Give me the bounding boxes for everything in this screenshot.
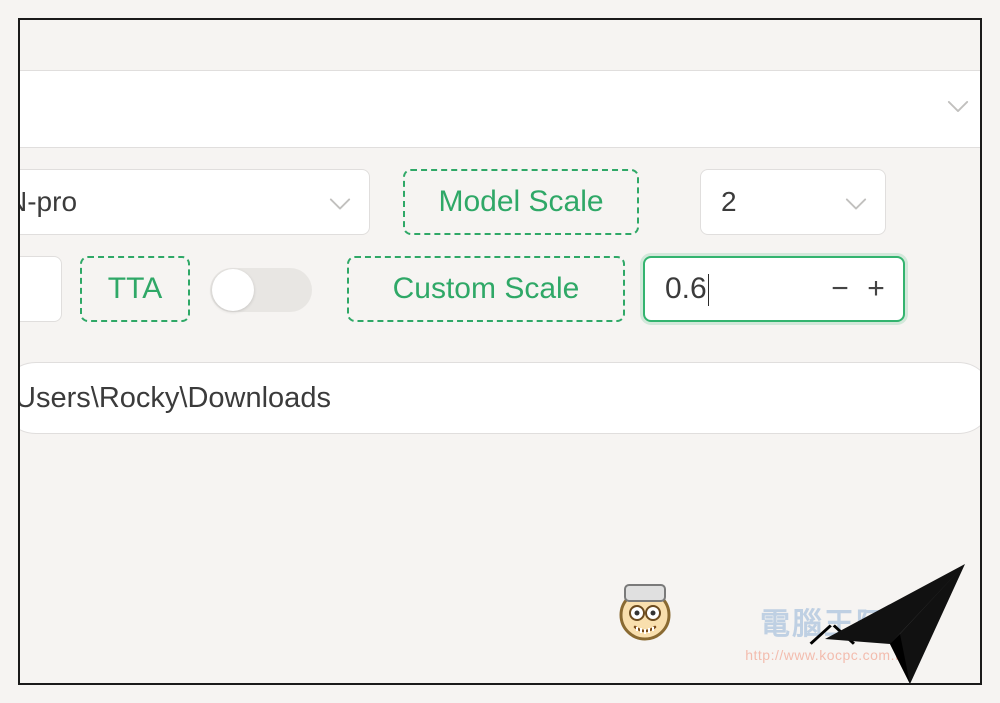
decrement-button[interactable]: − [827,274,853,304]
tta-toggle[interactable] [210,268,312,312]
paper-plane-cursor-icon [820,559,970,685]
top-dropdown[interactable] [18,70,982,148]
tta-label: TTA [80,256,190,322]
output-path-field[interactable]: \Users\Rocky\Downloads [18,362,982,434]
output-path-value: \Users\Rocky\Downloads [18,382,331,415]
text-caret [708,274,709,306]
custom-scale-value[interactable]: 0.6 [645,272,827,306]
increment-button[interactable]: + [863,274,889,304]
custom-scale-label: Custom Scale [347,256,625,322]
chevron-down-icon [947,100,969,119]
model-scale-label: Model Scale [403,169,639,235]
chevron-down-icon [329,186,351,218]
model-scale-dropdown[interactable]: 2 [700,169,886,235]
model-scale-value: 2 [721,186,737,218]
leading-box[interactable] [18,256,62,322]
mascot-icon [615,583,675,643]
chevron-down-icon [845,186,867,218]
custom-scale-input[interactable]: 0.6 − + [643,256,905,322]
model-dropdown[interactable]: N-pro [18,169,370,235]
app-window: N-pro Model Scale 2 TTA Custom Scale 0.6… [18,18,982,685]
model-dropdown-value: N-pro [18,186,77,218]
toggle-knob [212,269,254,311]
spinner-controls: − + [827,274,903,304]
